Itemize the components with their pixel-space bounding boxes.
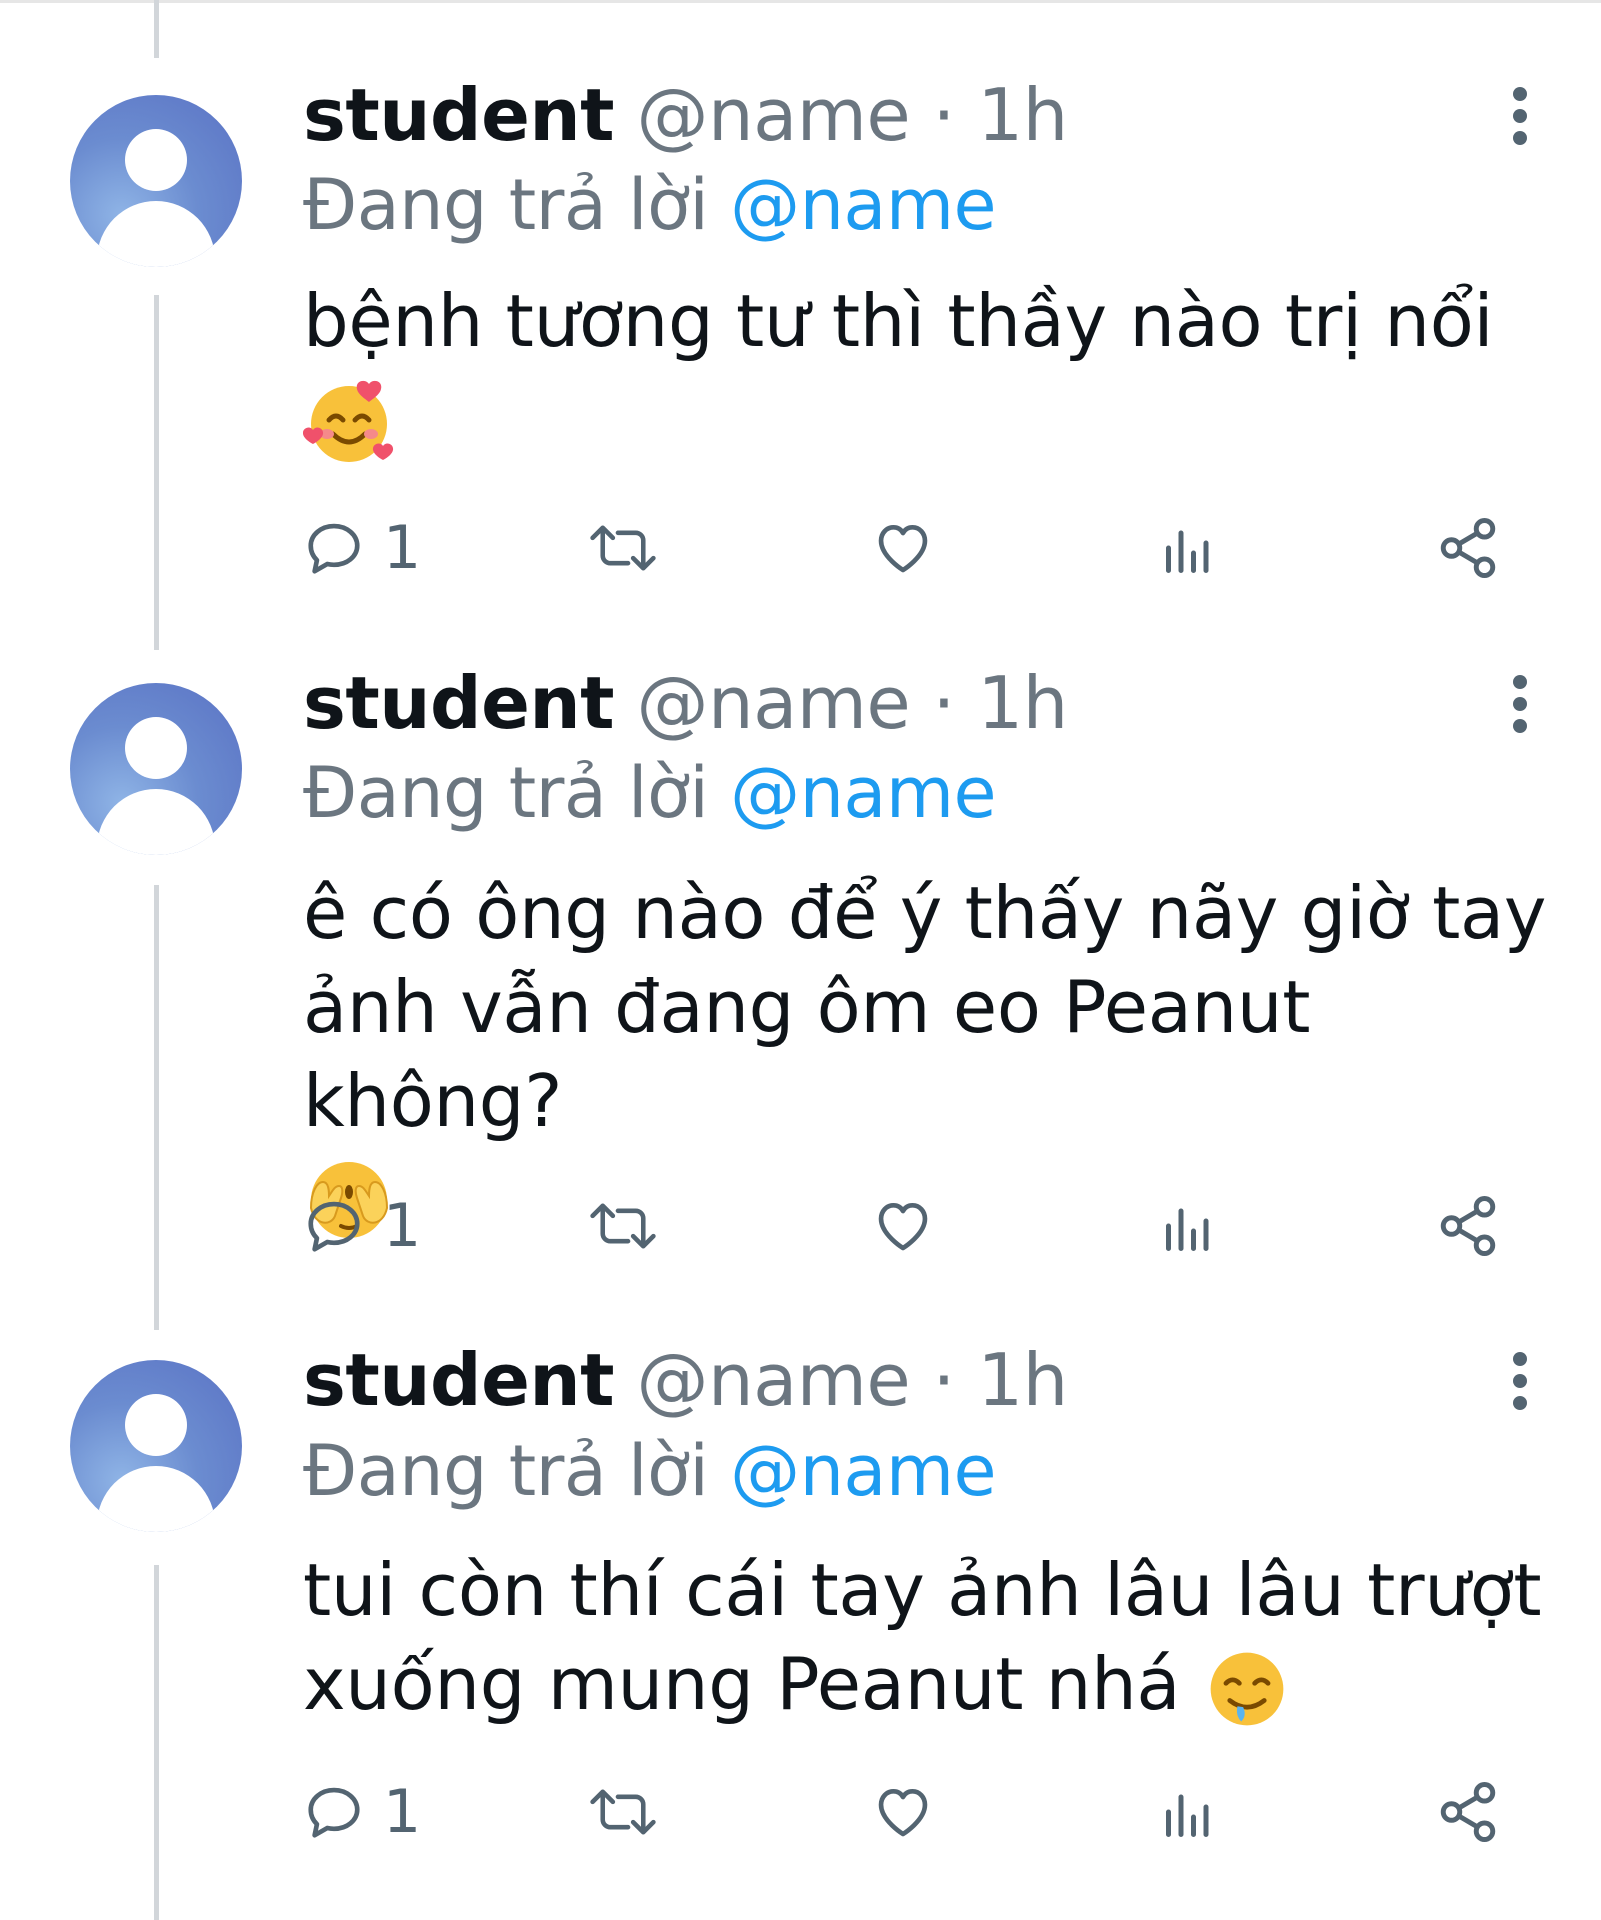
tweet-text: tui còn thí cái tay ảnh lâu lâu trượt xu… (303, 1543, 1563, 1733)
share-icon (1440, 518, 1496, 578)
username[interactable]: student (303, 1338, 615, 1422)
mention-link[interactable]: @name (730, 752, 997, 834)
drooling-face-icon (1210, 1653, 1284, 1726)
username[interactable]: student (303, 661, 615, 745)
tweet-header: student @name · 1h (303, 1335, 1068, 1425)
user-handle[interactable]: @name (636, 73, 910, 157)
timestamp[interactable]: 1h (977, 73, 1068, 157)
timestamp[interactable]: 1h (977, 1338, 1068, 1422)
avatar[interactable] (70, 95, 242, 267)
avatar-head (125, 1394, 187, 1456)
timestamp[interactable]: 1h (977, 661, 1068, 745)
views-button[interactable] (1161, 1186, 1211, 1266)
like-button[interactable] (871, 1186, 935, 1266)
replying-to: Đang trả lời @name (303, 748, 997, 838)
replying-to: Đang trả lời @name (303, 160, 997, 250)
user-handle[interactable]: @name (636, 1338, 910, 1422)
retweet-button[interactable] (585, 1772, 661, 1852)
thread-line (154, 0, 159, 58)
share-icon (1440, 1782, 1496, 1842)
tweet-text-content: tui còn thí cái tay ảnh lâu lâu trượt xu… (303, 1548, 1542, 1726)
retweet-button[interactable] (585, 1186, 661, 1266)
avatar-shoulders (97, 201, 215, 267)
share-button[interactable] (1435, 1772, 1501, 1852)
tweet-text: bệnh tương tư thì thầy nào trị nổi (303, 274, 1563, 466)
analytics-icon (1166, 1794, 1209, 1837)
like-button[interactable] (871, 508, 935, 588)
replying-prefix: Đang trả lời (303, 752, 709, 834)
tweet-text-content: bệnh tương tư thì thầy nào trị nổi (303, 279, 1494, 363)
tweet-text-content: ê có ông nào để ý thấy nãy giờ tay ảnh v… (303, 871, 1547, 1143)
heart-icon (878, 1789, 928, 1837)
more-options-icon[interactable] (1500, 675, 1540, 735)
retweet-icon (590, 1203, 656, 1249)
separator-dot: · (932, 1338, 956, 1422)
reply-button[interactable]: 1 (303, 1772, 421, 1852)
avatar-shoulders (97, 789, 215, 855)
retweet-icon (590, 1789, 656, 1835)
avatar[interactable] (70, 683, 242, 855)
separator-dot: · (932, 73, 956, 157)
username[interactable]: student (303, 73, 615, 157)
thread-line (154, 295, 159, 650)
reply-icon (308, 1787, 360, 1838)
retweet-button[interactable] (585, 508, 661, 588)
thread-line (154, 1565, 159, 1920)
reply-icon (308, 1201, 360, 1252)
avatar-head (125, 717, 187, 779)
top-divider (0, 0, 1601, 3)
reply-button[interactable]: 1 (303, 508, 421, 588)
reply-count: 1 (383, 1191, 422, 1261)
replying-prefix: Đang trả lời (303, 164, 709, 246)
analytics-icon (1166, 1208, 1209, 1251)
share-button[interactable] (1435, 1186, 1501, 1266)
replying-to: Đang trả lời @name (303, 1426, 997, 1516)
like-button[interactable] (871, 1772, 935, 1852)
analytics-icon (1166, 530, 1209, 573)
more-options-icon[interactable] (1500, 1352, 1540, 1412)
heart-icon (878, 525, 928, 573)
avatar-shoulders (97, 1466, 215, 1532)
avatar[interactable] (70, 1360, 242, 1532)
share-icon (1440, 1196, 1496, 1256)
share-button[interactable] (1435, 508, 1501, 588)
avatar-head (125, 129, 187, 191)
more-options-icon[interactable] (1500, 87, 1540, 147)
thread-line (154, 885, 159, 1330)
smiling-face-with-hearts-icon (303, 381, 394, 463)
heart-icon (878, 1203, 928, 1251)
views-button[interactable] (1161, 508, 1211, 588)
retweet-icon (590, 525, 656, 571)
separator-dot: · (932, 661, 956, 745)
reply-count: 1 (383, 1777, 422, 1847)
reply-count: 1 (383, 513, 422, 583)
mention-link[interactable]: @name (730, 164, 997, 246)
reply-icon (308, 523, 360, 574)
replying-prefix: Đang trả lời (303, 1430, 709, 1512)
mention-link[interactable]: @name (730, 1430, 997, 1512)
views-button[interactable] (1161, 1772, 1211, 1852)
tweet-header: student @name · 1h (303, 70, 1068, 160)
tweet-header: student @name · 1h (303, 658, 1068, 748)
reply-button[interactable]: 1 (303, 1186, 421, 1266)
user-handle[interactable]: @name (636, 661, 910, 745)
